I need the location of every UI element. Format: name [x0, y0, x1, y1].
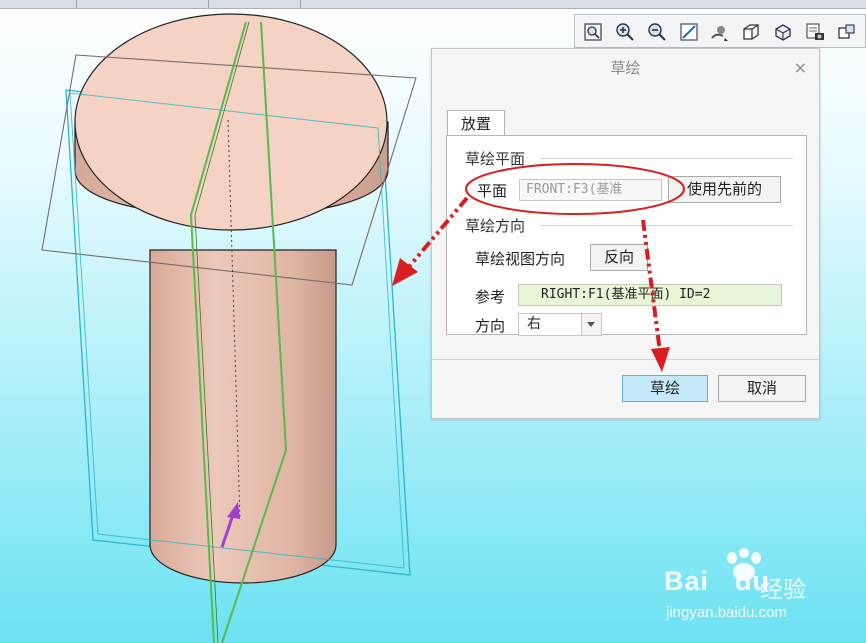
orientation-label: 方向: [475, 317, 506, 335]
plane-label: 平面: [477, 182, 508, 200]
zoom-out-icon[interactable]: [647, 22, 667, 42]
watermark-url: jingyan.baidu.com: [666, 604, 787, 621]
placement-panel: 草绘平面 平面 FRONT:F3(基准 使用先前的 草绘方向 草绘视图方向 反向…: [446, 135, 807, 336]
orientation-select-value: 右: [527, 316, 541, 332]
chevron-down-icon[interactable]: [582, 313, 602, 336]
saved-views-icon[interactable]: [773, 22, 793, 42]
sketch-orientation-header: 草绘方向: [465, 217, 526, 235]
view-orientation-icon[interactable]: [741, 22, 761, 42]
sketch-dialog: 草绘 × 放置 草绘平面 平面 FRONT:F3(基准 使用先前的 草绘方向 草…: [431, 48, 820, 419]
zoom-fit-icon[interactable]: [583, 22, 603, 42]
graphics-toolbar: [574, 14, 866, 48]
head-top-face: [74, 13, 388, 231]
divider: [541, 225, 793, 226]
view-manager-icon[interactable]: [805, 22, 825, 42]
baidu-watermark: Bai du 经验 jingyan.baidu.com: [664, 548, 864, 638]
watermark-brand-a: Bai: [664, 566, 710, 596]
repaint-icon[interactable]: [679, 22, 699, 42]
sketch-button[interactable]: 草绘: [622, 375, 708, 402]
sketch-plane-header: 草绘平面: [465, 150, 526, 168]
divider: [541, 158, 793, 159]
orientation-select[interactable]: 右: [518, 313, 582, 336]
tab-placement[interactable]: 放置: [447, 110, 505, 136]
spin-center-icon[interactable]: [709, 22, 729, 42]
close-icon[interactable]: ×: [794, 58, 807, 77]
watermark-cn: 经验: [760, 577, 806, 603]
use-previous-button[interactable]: 使用先前的: [668, 176, 781, 203]
reference-field[interactable]: RIGHT:F1(基准平面) ID=2: [518, 284, 782, 306]
display-style-icon[interactable]: [837, 22, 857, 42]
watermark-brand: Bai du: [664, 566, 770, 597]
shaft-body: [149, 249, 337, 584]
view-direction-label: 草绘视图方向: [475, 250, 566, 268]
plane-field[interactable]: FRONT:F3(基准: [519, 179, 662, 201]
flip-button[interactable]: 反向: [590, 244, 648, 271]
cancel-button[interactable]: 取消: [718, 375, 806, 402]
divider: [432, 359, 819, 360]
zoom-in-icon[interactable]: [615, 22, 635, 42]
reference-label: 参考: [475, 288, 506, 306]
dialog-title: 草绘: [610, 59, 641, 77]
